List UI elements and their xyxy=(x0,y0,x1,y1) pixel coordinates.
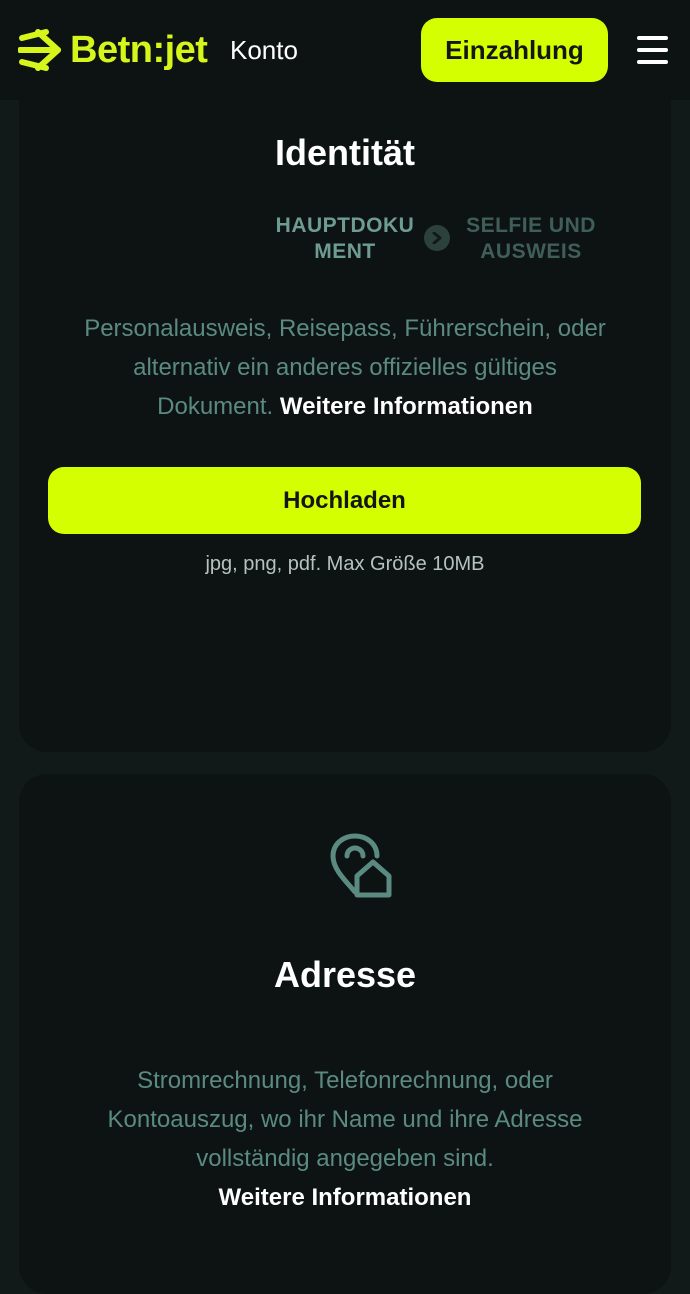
brand-logo-icon xyxy=(18,29,61,71)
identity-description-line3: Dokument. Weitere Informationen xyxy=(49,387,641,426)
step-main-document: HAUPTDOKU MENT xyxy=(259,213,431,265)
identity-description-line2: alternativ ein anderes offizielles gülti… xyxy=(133,354,557,381)
app-header: Betn:jet Konto Einzahlung xyxy=(0,0,690,100)
address-title: Adresse xyxy=(273,954,417,995)
step-main-document-line1: HAUPTDOKU xyxy=(275,214,415,237)
step-selfie-and-id: SELFIE UND AUSWEIS xyxy=(455,213,607,265)
hamburger-menu-icon[interactable] xyxy=(637,36,669,64)
deposit-button[interactable]: Einzahlung xyxy=(421,18,608,82)
brand-logo-text: Betn:jet xyxy=(70,29,208,71)
location-pin-home-icon xyxy=(330,833,392,898)
nav-konto-label[interactable]: Konto xyxy=(230,34,298,66)
address-description-line2: Kontoauszug, wo ihr Name und ihre Adress… xyxy=(107,1106,583,1133)
identity-description: Personalausweis, Reisepass, Führerschein… xyxy=(49,309,641,426)
file-format-hint: jpg, png, pdf. Max Größe 10MB xyxy=(205,553,485,575)
address-description-line1: Stromrechnung, Telefonrechnung, oder xyxy=(137,1067,553,1094)
address-description: Stromrechnung, Telefonrechnung, oder Kon… xyxy=(49,1061,641,1217)
step-selfie-line1: SELFIE UND xyxy=(466,214,596,237)
step-main-document-line2: MENT xyxy=(314,240,376,263)
identity-description-line1: Personalausweis, Reisepass, Führerschein… xyxy=(84,315,606,342)
identity-card: Identität HAUPTDOKU MENT SELFIE UND AUSW… xyxy=(19,60,671,752)
address-more-info-link[interactable]: Weitere Informationen xyxy=(219,1184,472,1211)
identity-description-line3-text: Dokument. xyxy=(157,393,274,420)
step-selfie-line2: AUSWEIS xyxy=(480,240,582,263)
identity-more-info-link[interactable]: Weitere Informationen xyxy=(280,393,533,420)
address-card: Adresse Stromrechnung, Telefonrechnung, … xyxy=(19,774,671,1294)
upload-button[interactable]: Hochladen xyxy=(48,467,641,534)
chevron-right-circle-icon xyxy=(424,225,450,251)
verification-steps: HAUPTDOKU MENT SELFIE UND AUSWEIS xyxy=(259,213,639,273)
address-description-line3: vollständig angegeben sind. xyxy=(196,1145,494,1172)
brand-logo[interactable]: Betn:jet xyxy=(18,26,208,74)
identity-title: Identität xyxy=(275,132,415,173)
